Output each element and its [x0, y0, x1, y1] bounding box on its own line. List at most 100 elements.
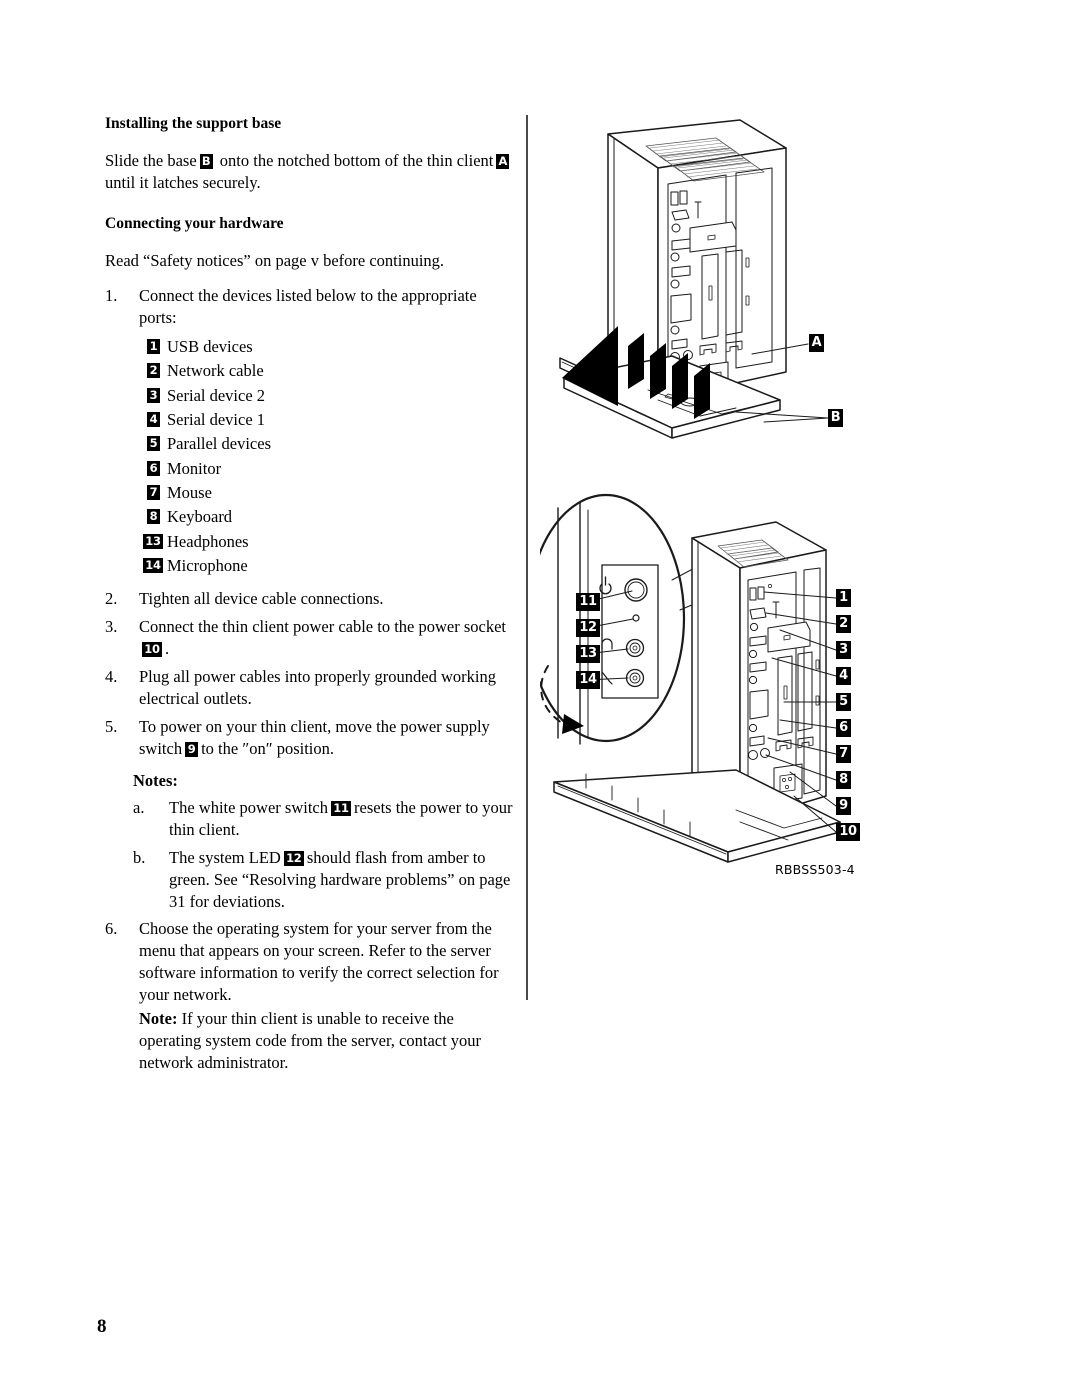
- device-item-microphone: 14 Microphone: [105, 554, 517, 578]
- device-label-14: Microphone: [167, 555, 248, 575]
- note-b-marker: b.: [133, 847, 146, 867]
- device-badge-3: 3: [147, 387, 160, 403]
- notes-block: Notes: a. The white power switch 11 resets…: [133, 770, 517, 913]
- steps-list-final: 6. Choose the operating system for your …: [105, 918, 517, 1074]
- device-badge-8: 8: [147, 509, 160, 525]
- device-item-usb: 1 USB devices: [105, 335, 517, 359]
- device-label-8: Keyboard: [167, 507, 233, 527]
- callout-a: A: [809, 334, 824, 352]
- note-b-text-pre: The system LED: [169, 847, 281, 867]
- column-divider: [526, 115, 528, 1000]
- device-item-keyboard: 8 Keyboard: [105, 505, 517, 529]
- note-a: a. The white power switch 11 resets the po…: [133, 797, 517, 841]
- device-badge-5: 5: [147, 436, 160, 452]
- note-a-marker: a.: [133, 797, 145, 817]
- callout-4: 4: [836, 667, 851, 685]
- steps-list: 1. Connect the devices listed below to t…: [105, 285, 517, 329]
- device-item-network: 2 Network cable: [105, 359, 517, 383]
- step-6-note-text: If your thin client is unable to receive…: [139, 1009, 482, 1073]
- step-6-marker: 6.: [105, 919, 118, 939]
- manual-page: Installing the support base Slide the ba…: [0, 0, 1080, 1397]
- device-badge-4: 4: [147, 411, 160, 427]
- step-2-marker: 2.: [105, 589, 118, 609]
- step-4: 4. Plug all power cables into properly g…: [105, 666, 517, 710]
- notes-title: Notes:: [133, 770, 178, 790]
- inline-badge-9: 9: [185, 741, 199, 757]
- step-1-marker: 1.: [105, 286, 118, 306]
- callout-b: B: [828, 409, 843, 427]
- device-callout-list: 1 USB devices 2 Network cable 3 Serial d…: [105, 335, 517, 578]
- step-6-text: Choose the operating system for your ser…: [139, 919, 499, 1005]
- callout-10: 10: [836, 823, 860, 841]
- steps-list-continued: 2. Tighten all device cable connections.…: [105, 588, 517, 760]
- callout-8: 8: [836, 771, 851, 789]
- callout-6: 6: [836, 719, 851, 737]
- step-5-text-post: to the ″on″ position.: [201, 738, 335, 758]
- device-item-serial-2: 3 Serial device 2: [105, 384, 517, 408]
- device-item-headphones: 13 Headphones: [105, 530, 517, 554]
- step-3: 3. Connect the thin client power cable t…: [105, 616, 517, 660]
- device-item-mouse: 7 Mouse: [105, 481, 517, 505]
- callout-13: 13: [576, 645, 600, 663]
- step-6: 6. Choose the operating system for your …: [105, 918, 517, 1074]
- device-label-5: Parallel devices: [167, 434, 271, 454]
- step-4-text: Plug all power cables into properly grou…: [139, 667, 496, 708]
- inline-badge-11: 11: [331, 800, 351, 816]
- callout-5: 5: [836, 693, 851, 711]
- device-label-4: Serial device 1: [167, 409, 266, 429]
- paragraph-safety-notices: Read “Safety notices” on page v before c…: [105, 251, 445, 271]
- device-badge-13: 13: [143, 533, 163, 549]
- text-column: Installing the support base Slide the ba…: [105, 114, 517, 1080]
- page-number: 8: [97, 1316, 107, 1337]
- device-label-7: Mouse: [167, 482, 212, 502]
- step-2-text: Tighten all device cable connections.: [139, 589, 384, 609]
- device-label-3: Serial device 2: [167, 385, 266, 405]
- device-badge-7: 7: [147, 484, 160, 500]
- device-badge-2: 2: [147, 363, 160, 379]
- device-item-parallel: 5 Parallel devices: [105, 432, 517, 456]
- note-a-text-pre: The white power switch: [169, 797, 328, 817]
- step-6-note-label: Note:: [139, 1009, 178, 1029]
- callout-14: 14: [576, 671, 600, 689]
- device-label-1: USB devices: [167, 336, 253, 356]
- inline-badge-10: 10: [142, 642, 162, 658]
- step-5-marker: 5.: [105, 716, 118, 736]
- device-label-13: Headphones: [167, 531, 249, 551]
- step-4-marker: 4.: [105, 667, 118, 687]
- device-badge-1: 1: [147, 338, 160, 354]
- note-b: b. The system LED 12 should flash from amb…: [133, 847, 517, 913]
- step-3-marker: 3.: [105, 617, 118, 637]
- slide-base-text-b: onto the notched bottom of the thin clie…: [219, 151, 494, 171]
- device-badge-6: 6: [147, 460, 160, 476]
- device-item-monitor: 6 Monitor: [105, 457, 517, 481]
- notes-list: a. The white power switch 11 resets the po…: [133, 797, 517, 913]
- step-6-note: Note: If your thin client is unable to r…: [139, 1008, 517, 1074]
- callout-3: 3: [836, 641, 851, 659]
- slide-base-text-a: Slide the base: [105, 151, 197, 171]
- device-label-2: Network cable: [167, 361, 264, 381]
- inline-badge-12: 12: [283, 850, 304, 866]
- step-2: 2. Tighten all device cable connections.: [105, 588, 517, 610]
- step-5: 5. To power on your thin client, move th…: [105, 716, 517, 760]
- heading-connecting-your-hardware: Connecting your hardware: [105, 215, 284, 233]
- step-1-text: Connect the devices listed below to the …: [139, 286, 477, 328]
- inline-badge-b: B: [199, 154, 213, 170]
- step-3-text-pre: Connect the thin client power cable to t…: [139, 617, 507, 637]
- figure-caption: RBBSS503-4: [775, 862, 855, 877]
- callout-7: 7: [836, 745, 851, 763]
- device-badge-14: 14: [143, 557, 163, 573]
- figure-thin-client-illustration: A B 11 12 13 14 1 2 3 4 5 6 7 8 9 10: [540, 110, 900, 900]
- callout-1: 1: [836, 589, 851, 607]
- device-item-serial-1: 4 Serial device 1: [105, 408, 517, 432]
- slide-base-text-c: until it latches securely.: [105, 173, 261, 193]
- callout-11: 11: [576, 593, 600, 611]
- paragraph-slide-the-base: Slide the base B onto the notched bottom …: [105, 150, 517, 194]
- inline-badge-a: A: [496, 154, 510, 170]
- step-3-text-post: .: [165, 639, 170, 659]
- callout-2: 2: [836, 615, 851, 633]
- step-1: 1. Connect the devices listed below to t…: [105, 285, 517, 329]
- callout-9: 9: [836, 797, 851, 815]
- device-label-6: Monitor: [167, 458, 222, 478]
- heading-installing-support-base: Installing the support base: [105, 115, 282, 132]
- callout-12: 12: [576, 619, 600, 637]
